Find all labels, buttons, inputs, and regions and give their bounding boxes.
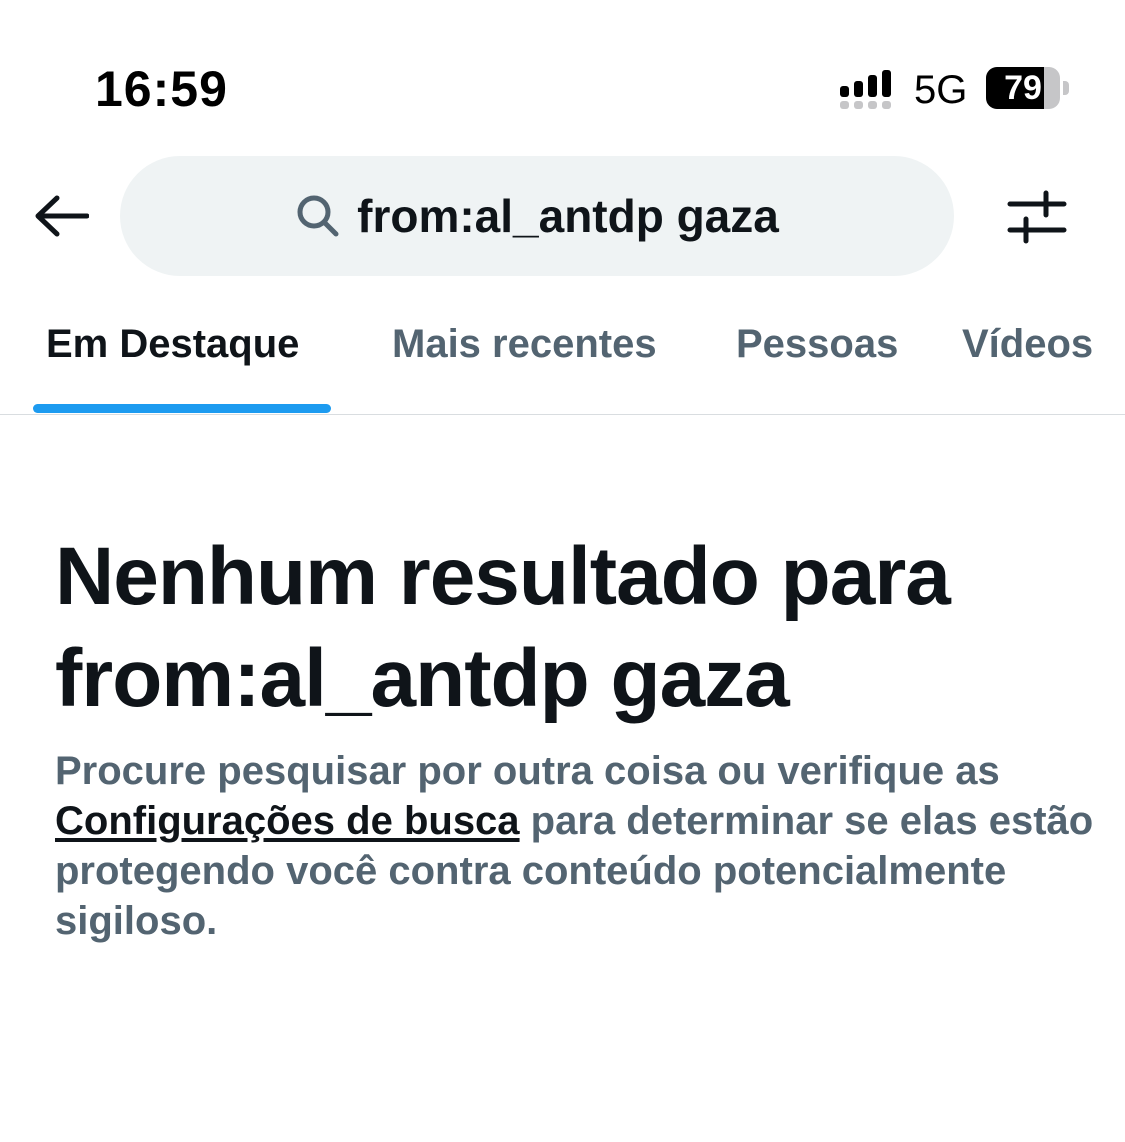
empty-state-title-prefix: Nenhum resultado para bbox=[55, 531, 951, 622]
empty-state-title: Nenhum resultado para from:al_antdp gaza bbox=[55, 526, 1095, 730]
tab-mais-recentes[interactable]: Mais recentes bbox=[392, 322, 657, 367]
battery-icon: 79 bbox=[986, 67, 1070, 109]
empty-state-message: Procure pesquisar por outra coisa ou ver… bbox=[55, 746, 1095, 946]
search-icon bbox=[295, 193, 341, 239]
arrow-left-icon bbox=[35, 195, 89, 237]
tab-videos[interactable]: Vídeos bbox=[962, 322, 1093, 367]
sliders-icon bbox=[1007, 190, 1067, 244]
search-tabs: Em Destaque Mais recentes Pessoas Vídeos bbox=[0, 300, 1125, 415]
empty-state-message-start: Procure pesquisar por outra coisa ou ver… bbox=[55, 749, 1000, 793]
network-type: 5G bbox=[914, 68, 968, 112]
active-tab-indicator bbox=[33, 404, 331, 413]
status-time: 16:59 bbox=[95, 61, 228, 117]
search-query: from:al_antdp gaza bbox=[357, 190, 779, 242]
battery-level: 79 bbox=[1004, 69, 1042, 107]
tab-em-destaque[interactable]: Em Destaque bbox=[46, 322, 299, 367]
empty-state-title-query: from:al_antdp gaza bbox=[55, 633, 790, 724]
back-button[interactable] bbox=[28, 185, 94, 247]
search-filter-button[interactable] bbox=[1004, 186, 1070, 246]
signal-strength-icon bbox=[840, 70, 891, 109]
status-bar: 16:59 5G 79 bbox=[0, 0, 1125, 150]
tab-pessoas[interactable]: Pessoas bbox=[736, 322, 898, 367]
search-settings-link[interactable]: Configurações de busca bbox=[55, 799, 520, 843]
search-input[interactable]: from:al_antdp gaza bbox=[120, 156, 954, 276]
